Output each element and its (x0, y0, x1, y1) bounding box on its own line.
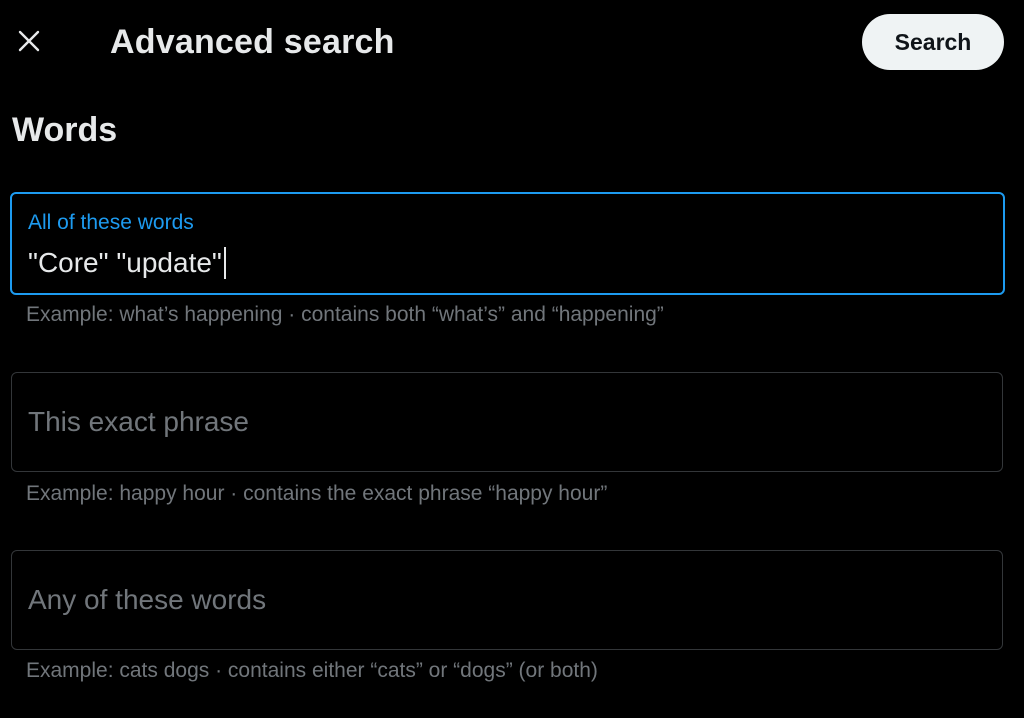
exact-phrase-placeholder: This exact phrase (28, 406, 249, 437)
all-words-value: "Core" "update" (28, 247, 222, 278)
section-title-words: Words (12, 111, 118, 149)
search-button[interactable]: Search (862, 14, 1004, 70)
all-words-field[interactable]: All of these words "Core" "update" (10, 192, 1005, 295)
close-icon (17, 29, 41, 53)
page-title: Advanced search (110, 23, 395, 61)
any-words-hint: Example: cats dogs · contains either “ca… (26, 659, 598, 682)
all-words-label: All of these words (28, 211, 194, 234)
text-caret (223, 247, 226, 279)
any-words-placeholder: Any of these words (28, 584, 267, 615)
close-button[interactable] (10, 22, 48, 60)
exact-phrase-hint: Example: happy hour · contains the exact… (26, 482, 608, 505)
all-words-input[interactable]: "Core" "update" (28, 246, 226, 280)
any-words-field[interactable]: Any of these words (11, 550, 1003, 650)
advanced-search-page: Advanced search Search Words All of thes… (0, 0, 1024, 718)
exact-phrase-field[interactable]: This exact phrase (11, 372, 1003, 472)
all-words-hint: Example: what’s happening · contains bot… (26, 303, 664, 326)
